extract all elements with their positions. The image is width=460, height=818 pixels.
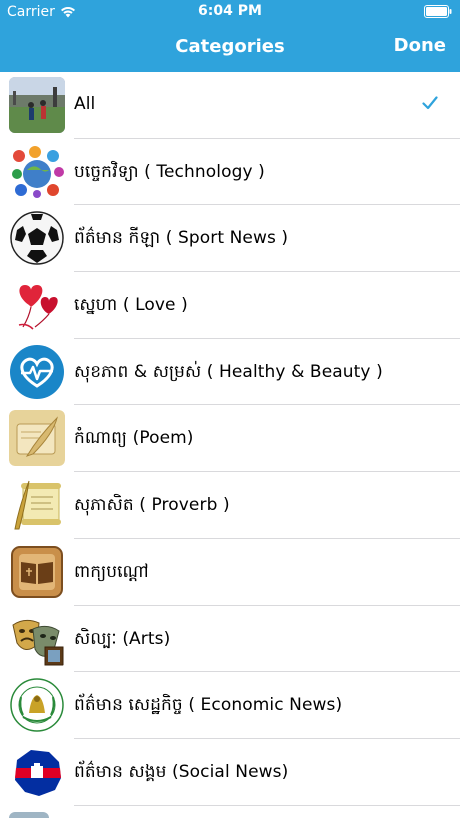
category-row-healthy-beauty[interactable]: សុខភាព & សម្រស់ ( Healthy & Beauty ): [0, 339, 460, 406]
status-time: 6:04 PM: [198, 3, 262, 19]
category-label: ពាក្យបណ្ដៅ: [74, 561, 149, 582]
theater-masks-icon: [9, 611, 65, 667]
done-button[interactable]: Done: [394, 35, 446, 56]
ministry-seal-icon: [9, 677, 65, 733]
book-frame-icon: [9, 544, 65, 600]
battery-icon: [424, 5, 452, 18]
category-row-economic-news[interactable]: ព័ត៌មាន សេដ្ឋកិច្ច ( Economic News): [0, 672, 460, 739]
heart-pulse-icon: [9, 344, 65, 400]
category-label: សិល្បៈ (Arts): [74, 628, 171, 649]
next-row-thumbnail-peek: [9, 812, 49, 818]
category-row-all[interactable]: All: [0, 72, 460, 139]
category-row-arts[interactable]: សិល្បៈ (Arts): [0, 606, 460, 673]
category-row-love[interactable]: ស្នេហា ( Love ): [0, 272, 460, 339]
status-bar: Carrier 6:04 PM: [0, 0, 460, 24]
category-label: All: [74, 94, 96, 114]
category-label: បច្ចេកវិទ្យា ( Technology ): [74, 161, 265, 182]
category-list: All បច្ចេកវិទ្យា ( Technology ) ព័ត៌មាន …: [0, 72, 460, 806]
checkmark-icon: [422, 96, 438, 110]
category-label: សុខភាព & សម្រស់ ( Healthy & Beauty ): [74, 361, 383, 382]
category-row-proverb[interactable]: សុភាសិត ( Proverb ): [0, 472, 460, 539]
social-media-globe-icon: [9, 144, 65, 200]
soccer-ball-icon: [9, 210, 65, 266]
category-label: សុភាសិត ( Proverb ): [74, 495, 230, 516]
category-label: កំណាព្យ (Poem): [74, 428, 194, 449]
category-label: ស្នេហា ( Love ): [74, 295, 188, 316]
heart-balloons-icon: [9, 277, 65, 333]
category-row-social-news[interactable]: ព័ត៌មាន សង្គម (Social News): [0, 739, 460, 806]
category-row-riddles[interactable]: ពាក្យបណ្ដៅ: [0, 539, 460, 606]
category-label: ព័ត៌មាន សេដ្ឋកិច្ច ( Economic News): [74, 695, 343, 716]
quill-scroll-icon: [9, 410, 65, 467]
category-label: ព័ត៌មាន សង្គម (Social News): [74, 761, 289, 782]
category-row-technology[interactable]: បច្ចេកវិទ្យា ( Technology ): [0, 139, 460, 206]
sports-field-photo: [9, 77, 65, 133]
navigation-bar: Categories Done: [0, 24, 460, 72]
category-row-sport-news[interactable]: ព័ត៌មាន កីឡា ( Sport News ): [0, 205, 460, 272]
cambodia-map-flag-icon: [9, 744, 65, 800]
header: Carrier 6:04 PM Categories Done: [0, 0, 460, 72]
page-title: Categories: [175, 36, 285, 57]
category-row-poem[interactable]: កំណាព្យ (Poem): [0, 405, 460, 472]
proverb-scroll-icon: [9, 477, 65, 533]
category-label: ព័ត៌មាន កីឡា ( Sport News ): [74, 228, 289, 249]
